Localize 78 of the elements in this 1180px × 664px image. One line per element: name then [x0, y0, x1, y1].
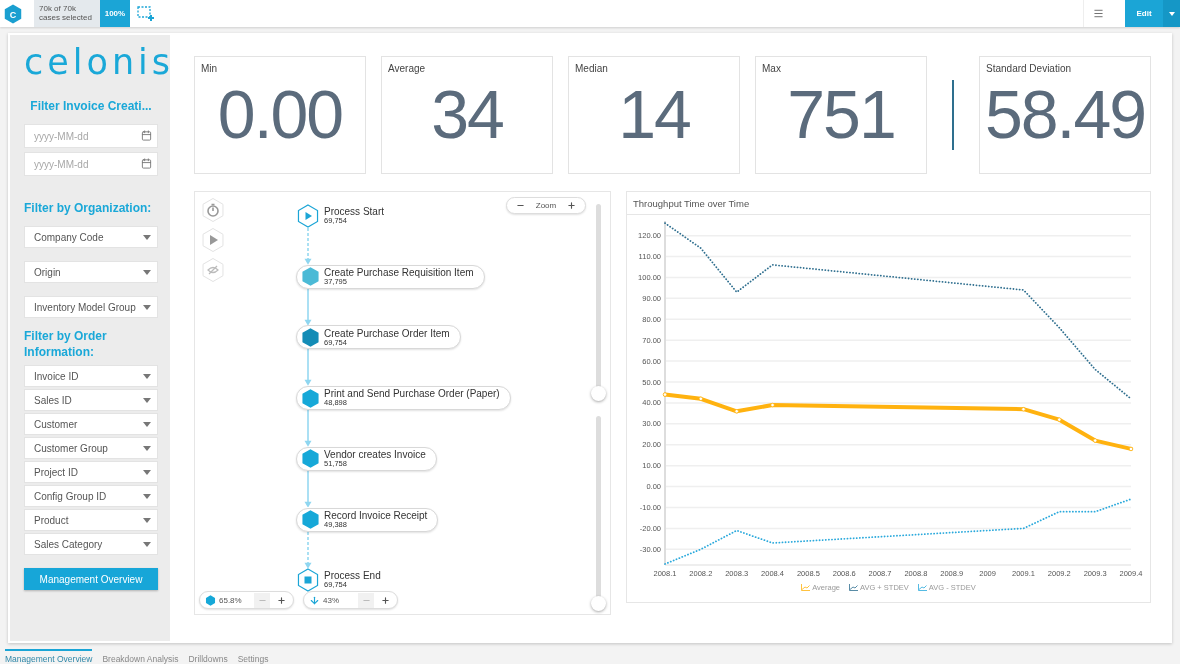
tab[interactable]: Management Overview — [5, 649, 93, 664]
caret-icon — [143, 397, 151, 403]
play-button[interactable] — [201, 227, 225, 253]
connector-arrow — [304, 531, 312, 569]
node-label: Create Purchase Requisition Item — [324, 267, 474, 278]
kpi-label: Standard Deviation — [985, 62, 1073, 74]
filter-heading: Filter by Order Information: — [24, 328, 108, 360]
plus-icon — [276, 595, 286, 605]
hide-button[interactable] — [201, 257, 225, 283]
hexagon-icon — [205, 594, 216, 606]
kpi-label: Max — [761, 62, 782, 74]
caret-icon — [143, 304, 151, 310]
date-field[interactable]: yyyy-MM-dd — [24, 124, 158, 148]
arrow-down-icon — [309, 594, 320, 606]
dropdown[interactable]: Customer Group — [24, 437, 158, 459]
slider-thumb[interactable] — [591, 386, 606, 401]
kpi-label: Average — [387, 62, 427, 74]
menu-icon — [1093, 8, 1104, 19]
dropdown[interactable]: Sales ID — [24, 389, 158, 411]
connector-arrow — [304, 288, 312, 326]
node-label: Record Invoice Receipt — [324, 510, 428, 521]
case-count: 70k of 70k — [39, 4, 77, 14]
node-label: Print and Send Purchase Order (Paper) — [324, 389, 500, 400]
node-label: Process Start — [324, 207, 385, 218]
caret-icon — [143, 234, 151, 240]
activity-percentage: 65.8% — [219, 595, 243, 605]
filter-heading: Filter by Organization: — [24, 200, 152, 216]
app-logo: C — [4, 3, 22, 24]
add-selection-icon[interactable] — [136, 5, 155, 22]
menu-button[interactable] — [1083, 0, 1113, 27]
kpi-label: Min — [200, 62, 219, 74]
caret-icon — [143, 269, 151, 275]
kpi-value: 14 — [618, 80, 690, 148]
calendar-icon — [141, 158, 152, 169]
dropdown[interactable]: Invoice ID — [24, 365, 158, 387]
dropdown[interactable]: Inventory Model Group — [24, 296, 158, 318]
filter-heading: Filter Invoice Creati... — [30, 98, 152, 114]
caret-icon — [143, 517, 151, 523]
dropdown[interactable]: Config Group ID — [24, 485, 158, 507]
connection-percentage: 43% — [323, 595, 340, 605]
plus-icon — [567, 201, 577, 210]
kpi-value: 34 — [431, 80, 503, 148]
node-label: Process End — [324, 571, 381, 582]
kpi-value: 751 — [787, 80, 895, 148]
caret-icon — [143, 373, 151, 379]
date-field[interactable]: yyyy-MM-dd — [24, 152, 158, 176]
dropdown[interactable]: Company Code — [24, 226, 158, 248]
percentage-badge: 100% — [99, 0, 130, 27]
dropdown[interactable]: Origin — [24, 261, 158, 283]
caret-icon — [143, 541, 151, 547]
caret-icon — [143, 445, 151, 451]
caret-icon — [143, 469, 151, 475]
kpi-label: Median — [574, 62, 609, 74]
caret-icon — [143, 421, 151, 427]
dropdown[interactable]: Project ID — [24, 461, 158, 483]
caret-icon — [1168, 11, 1175, 16]
case-caption: cases selected — [39, 13, 92, 23]
edit-menu-button[interactable] — [1163, 0, 1180, 27]
dropdown[interactable]: Sales Category — [24, 533, 158, 555]
kpi-value: 0.00 — [217, 80, 343, 148]
node-label: Create Purchase Order Item — [324, 328, 450, 339]
connector-arrow — [304, 349, 312, 387]
slider-thumb[interactable] — [591, 596, 606, 611]
dropdown[interactable]: Product — [24, 509, 158, 531]
dropdown[interactable]: Customer — [24, 413, 158, 435]
stopwatch-button[interactable] — [201, 197, 225, 223]
node-label: Vendor creates Invoice — [324, 450, 426, 461]
connector-arrow — [304, 470, 312, 508]
connector-arrow — [304, 228, 312, 265]
start-node-icon — [296, 204, 320, 228]
kpi-value: 58.49 — [984, 80, 1146, 148]
zoom-label: Zoom — [535, 201, 557, 210]
connector-arrow — [304, 410, 312, 447]
brand-logo: celonis — [24, 45, 175, 80]
calendar-icon — [141, 130, 152, 141]
chart-title: Throughput Time over Time — [633, 197, 750, 209]
caret-icon — [143, 493, 151, 499]
plus-icon — [380, 595, 390, 605]
